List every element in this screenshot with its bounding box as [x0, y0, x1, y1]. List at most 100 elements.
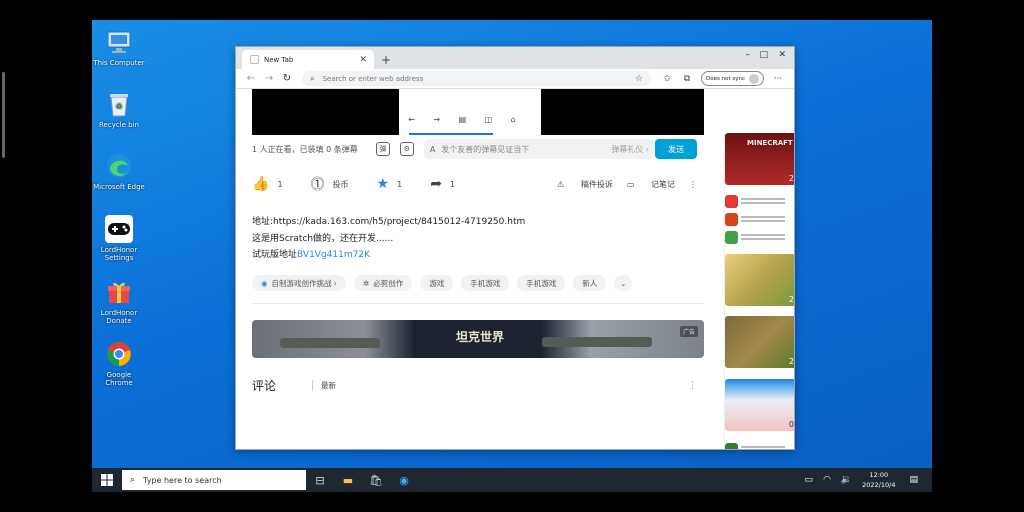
coin-label: 投币: [332, 179, 349, 189]
danmu-toggle-icon[interactable]: 弹: [375, 142, 390, 156]
collections-icon[interactable]: ⧉: [677, 74, 697, 84]
comments-header: 评论 最新 ⋮: [252, 377, 697, 394]
star-icon: ★: [376, 176, 390, 192]
forward-button[interactable]: →: [260, 73, 278, 84]
clock-time: 12:00: [869, 471, 889, 479]
home-icon: ⌂: [510, 115, 516, 124]
tag-activity[interactable]: ◉ 自制游戏创作挑战 ›: [252, 275, 346, 291]
feed-thumb[interactable]: 2: [725, 316, 794, 368]
scroll-indicator[interactable]: [2, 72, 5, 158]
new-tab-button[interactable]: +: [378, 51, 394, 69]
tag-item[interactable]: 手机游戏: [517, 275, 566, 291]
recycle-bin-icon: ♻: [105, 90, 133, 118]
feed-item[interactable]: [725, 193, 794, 209]
desktop-icon-lordhonor-donate[interactable]: LordHonor Donate: [93, 278, 145, 325]
gamepad-icon: [105, 215, 133, 243]
address-bar: ← → ↻ ⌕ Search or enter web address ☆ ✩ …: [236, 69, 794, 89]
share-button[interactable]: ➦ 1: [430, 176, 455, 192]
close-tab-icon[interactable]: ✕: [359, 55, 367, 65]
danmu-input[interactable]: A 发个友善的弹幕见证当下 弹幕礼仪 ›: [423, 139, 655, 159]
trial-video-link[interactable]: BV1Vg411m72K: [297, 250, 370, 260]
address-input[interactable]: ⌕ Search or enter web address ☆: [302, 71, 652, 86]
taskbar-search-input[interactable]: ⌕ Type here to search: [122, 470, 306, 490]
maximize-button[interactable]: □: [759, 50, 768, 60]
danmu-settings-icon[interactable]: ⚙: [399, 142, 414, 156]
sort-latest-button[interactable]: 最新: [312, 380, 336, 391]
danmu-placeholder: 发个友善的弹幕见证当下: [441, 144, 530, 154]
video-frame-right[interactable]: [541, 89, 704, 135]
network-icon[interactable]: ◠: [823, 475, 831, 485]
tag-item[interactable]: 游戏: [420, 275, 454, 291]
feed-item[interactable]: [725, 211, 794, 227]
ad-banner[interactable]: 坦克世界 广告: [252, 320, 704, 358]
favorite-button[interactable]: ★ 1: [377, 176, 403, 192]
danmu-etiquette-link[interactable]: 弹幕礼仪 ›: [611, 144, 649, 155]
web-page: ← → ▤ ◫ ⌂ 1 人正在看，已装填 0 条弹幕 弹 ⚙ A 发个友善的弹幕…: [236, 89, 794, 449]
tag-bijian[interactable]: ✲ 必剪创作: [353, 275, 413, 291]
tag-item[interactable]: 新人: [573, 275, 607, 291]
feed-thumb[interactable]: 2: [725, 254, 794, 306]
desktop-icon-edge[interactable]: Microsoft Edge: [93, 152, 145, 191]
like-button[interactable]: 👍 1: [252, 176, 283, 192]
expand-tags-chevron-icon[interactable]: ⌄: [614, 275, 633, 291]
report-label: 稿件投诉: [580, 179, 613, 189]
search-icon: ⌕: [310, 73, 315, 83]
back-button[interactable]: ←: [242, 73, 260, 84]
action-bar: 👍 1 ⓵ 投币 ★ 1 ➦ 1 ⚠ 稿件投诉 ▭ 记笔记 ⋮: [252, 173, 697, 195]
store-icon[interactable]: 🛍: [362, 468, 390, 492]
note-button[interactable]: ▭ 记笔记: [627, 179, 675, 190]
minimize-button[interactable]: –: [746, 50, 751, 60]
task-view-icon[interactable]: ⊟: [306, 468, 334, 492]
report-button[interactable]: ⚠ 稿件投诉: [557, 179, 613, 190]
coin-button[interactable]: ⓵ 投币: [311, 174, 349, 194]
video-frame-left[interactable]: [252, 89, 399, 135]
chrome-icon: [105, 340, 133, 368]
favorite-star-icon[interactable]: ☆: [635, 74, 643, 84]
video-frame-center[interactable]: ← → ▤ ◫ ⌂: [399, 89, 525, 135]
embedded-nav-bar: ← → ▤ ◫ ⌂: [399, 115, 525, 124]
tag-item[interactable]: 手机游戏: [461, 275, 510, 291]
danmu-style-icon[interactable]: A: [430, 145, 435, 154]
back-arrow-icon: ←: [408, 115, 415, 124]
tab-new-tab[interactable]: New Tab ✕: [242, 50, 374, 69]
more-menu-icon[interactable]: ···: [768, 74, 788, 84]
favorites-icon[interactable]: ✩: [657, 74, 677, 84]
refresh-button[interactable]: ↻: [278, 73, 296, 84]
more-actions-icon[interactable]: ⋮: [689, 180, 697, 189]
volume-icon[interactable]: 🔉: [841, 475, 852, 485]
tab-title: New Tab: [264, 55, 294, 64]
system-tray: ▭ ◠ 🔉 12:00 2022/10/4 ▤: [805, 470, 932, 490]
battery-icon[interactable]: ▭: [805, 475, 814, 485]
favorite-count: 1: [397, 179, 403, 189]
notification-icon[interactable]: ▤: [909, 475, 918, 485]
feed-thumb[interactable]: MINECRAFT 2: [725, 133, 794, 185]
ad-badge: 广告: [679, 326, 698, 337]
send-danmu-button[interactable]: 发送: [655, 139, 697, 159]
video-description: 地址:https://kada.163.com/h5/project/84150…: [252, 214, 525, 264]
feed-item[interactable]: [725, 441, 794, 449]
edge-taskbar-icon[interactable]: ◉: [390, 468, 418, 492]
feed-thumb[interactable]: 0: [725, 379, 794, 431]
file-explorer-icon[interactable]: ▬: [334, 468, 362, 492]
comments-title: 评论: [252, 379, 277, 393]
feed-item[interactable]: [725, 229, 794, 245]
video-progress-bar[interactable]: [409, 133, 493, 135]
page-icon: [250, 55, 259, 64]
comments-more-icon[interactable]: ⋮: [688, 381, 697, 391]
divider: [252, 303, 704, 304]
clock[interactable]: 12:00 2022/10/4: [862, 470, 895, 490]
profile-button[interactable]: Does not sync: [701, 71, 764, 86]
thumbs-up-icon: 👍: [252, 176, 270, 192]
desktop-icon-lordhonor-settings[interactable]: LordHonor Settings: [93, 215, 145, 262]
gift-icon: [105, 278, 133, 306]
address-placeholder: Search or enter web address: [322, 74, 424, 83]
desktop-icon-recycle-bin[interactable]: ♻ Recycle bin: [93, 90, 145, 129]
tank-image-right: [542, 337, 652, 347]
desktop-icon-this-computer[interactable]: This Computer: [93, 28, 145, 67]
desktop-icon-chrome[interactable]: Google Chrome: [93, 340, 145, 387]
close-window-button[interactable]: ✕: [778, 50, 786, 60]
action-bar-right: ⚠ 稿件投诉 ▭ 记笔记 ⋮: [543, 179, 697, 190]
taskbar: ⌕ Type here to search ⊟ ▬ 🛍 ◉ ▭ ◠ 🔉 12:0…: [92, 468, 932, 492]
edge-icon: [105, 152, 133, 180]
start-button[interactable]: [92, 468, 122, 492]
